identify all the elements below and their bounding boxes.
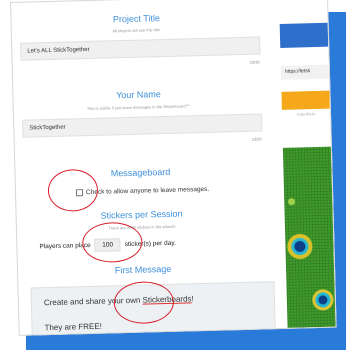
your-name-heading: Your Name (115, 89, 161, 101)
copy-hint-text: Copy this le (296, 112, 316, 117)
artwork-preview-image (282, 146, 336, 328)
stickers-per-session-heading: Stickers per Session (100, 208, 183, 221)
first-message-heading: First Message (114, 263, 172, 276)
allow-messages-label: Check to allow anyone to leave messages. (85, 185, 210, 197)
your-name-counter: 13/20 (251, 136, 262, 142)
annotation-circle-stickers-input (81, 221, 143, 264)
screenshot-frame: Project Title All players will see this … (10, 0, 337, 336)
primary-action-button[interactable] (279, 22, 329, 48)
project-title-counter: 23/30 (249, 59, 260, 65)
share-url-field[interactable]: https://letsti (280, 64, 330, 80)
copy-link-button[interactable] (281, 90, 330, 110)
side-panel: https://letsti Copy this le (278, 0, 336, 328)
your-name-hint: This is visible if you leave messages in… (86, 103, 191, 112)
project-form: Project Title All players will see this … (11, 0, 276, 336)
project-title-input[interactable]: Let's ALL StickTogether (20, 36, 261, 61)
annotation-circle-checkbox (47, 168, 99, 213)
your-name-input[interactable]: StickTogether (22, 113, 263, 138)
project-title-hint: All players will see this title. (112, 27, 162, 34)
stickers-count-hint: There are 3996 stickers in the artwork (108, 223, 176, 231)
